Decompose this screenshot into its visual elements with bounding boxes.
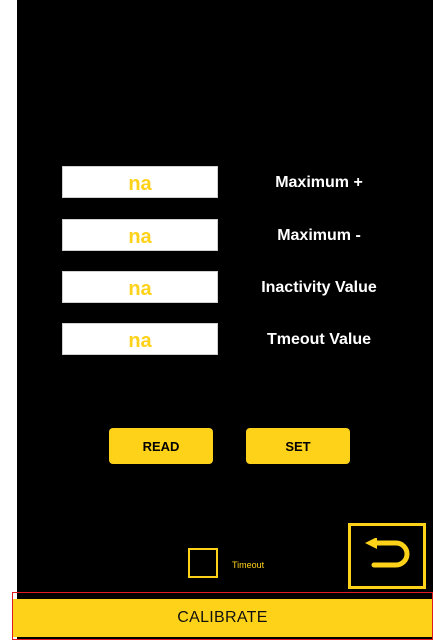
maximum-minus-field[interactable]: na — [62, 219, 218, 251]
maximum-minus-label: Maximum - — [277, 227, 361, 244]
timeout-value-field[interactable]: na — [62, 323, 218, 355]
device-screen: na Maximum + na Maximum - na Inactivity … — [12, 0, 433, 640]
inactivity-value: na — [128, 278, 152, 300]
inactivity-value-label: Inactivity Value — [261, 279, 377, 296]
maximum-plus-field[interactable]: na — [62, 166, 218, 198]
set-button[interactable]: SET — [246, 428, 350, 464]
read-button[interactable]: READ — [109, 428, 213, 464]
maximum-plus-value: na — [128, 173, 152, 195]
calibrate-button[interactable]: CALIBRATE — [12, 599, 433, 637]
inactivity-value-field[interactable]: na — [62, 271, 218, 303]
timeout-checkbox-label: Timeout — [232, 560, 265, 570]
back-arrow-icon — [365, 538, 410, 568]
maximum-plus-label: Maximum + — [275, 174, 363, 191]
maximum-minus-value: na — [128, 226, 152, 248]
timeout-value: na — [128, 330, 152, 352]
timeout-checkbox[interactable] — [188, 548, 218, 578]
back-button[interactable] — [348, 523, 426, 589]
timeout-value-label: Tmeout Value — [266, 331, 372, 348]
